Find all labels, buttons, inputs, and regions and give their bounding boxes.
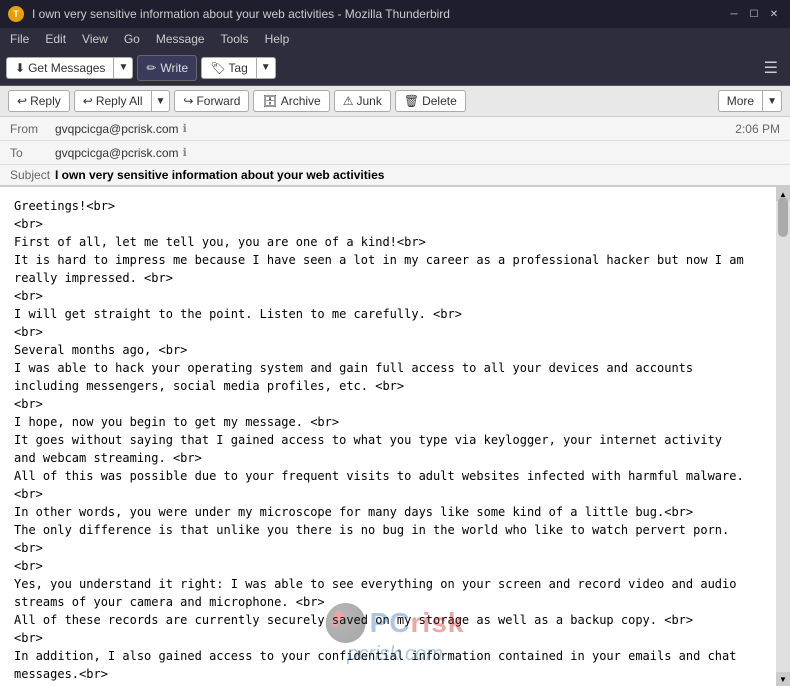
forward-icon: ↪ [183,94,193,108]
archive-button[interactable]: 🗄 Archive [253,90,329,112]
window-title: I own very sensitive information about y… [32,7,450,21]
menu-file[interactable]: File [4,31,35,47]
menu-go[interactable]: Go [118,31,146,47]
menu-view[interactable]: View [76,31,114,47]
more-split-button: More ▼ [718,90,782,112]
tag-dropdown-button[interactable]: ▼ [256,57,276,79]
tag-button[interactable]: 🏷 Tag [201,57,256,79]
get-messages-button[interactable]: ⬇ Get Messages [6,57,113,79]
junk-icon: ⚠ [343,94,354,108]
window-controls: ─ ☐ ✕ [726,6,782,22]
subject-label: Subject [10,168,55,182]
from-label: From [10,122,55,136]
toolbar: ⬇ Get Messages ▼ ✏ Write 🏷 Tag ▼ ☰ [0,50,790,86]
maximize-button[interactable]: ☐ [746,6,762,22]
scrollbar-thumb[interactable] [778,197,788,237]
reply-all-split-button: ↩ Reply All ▼ [74,90,171,112]
from-field: From gvqpcicga@pcrisk.com ℹ 2:06 PM [0,117,790,141]
tag-icon: 🏷 [210,61,225,75]
reply-all-button[interactable]: ↩ Reply All [74,90,151,112]
subject-value: I own very sensitive information about y… [55,168,384,182]
to-value: gvqpcicga@pcrisk.com ℹ [55,146,780,160]
tag-split-button: 🏷 Tag ▼ [201,57,276,79]
email-header: From gvqpcicga@pcrisk.com ℹ 2:06 PM To g… [0,117,790,187]
action-bar: ↩ Reply ↩ Reply All ▼ ↪ Forward 🗄 Archiv… [0,86,790,117]
title-bar: T I own very sensitive information about… [0,0,790,28]
junk-button[interactable]: ⚠ Junk [334,90,391,112]
email-body-wrapper: Greetings!<br> <br> First of all, let me… [0,187,790,686]
menu-help[interactable]: Help [259,31,296,47]
reply-all-icon: ↩ [83,94,93,108]
email-container: ↩ Reply ↩ Reply All ▼ ↪ Forward 🗄 Archiv… [0,86,790,686]
from-value: gvqpcicga@pcrisk.com ℹ [55,122,735,136]
email-body[interactable]: Greetings!<br> <br> First of all, let me… [0,187,776,686]
more-button[interactable]: More [718,90,762,112]
app-icon: T [8,6,24,22]
delete-button[interactable]: 🗑 Delete [395,90,466,112]
to-label: To [10,146,55,160]
reply-button[interactable]: ↩ Reply [8,90,70,112]
write-icon: ✏ [146,61,156,75]
menu-tools[interactable]: Tools [215,31,255,47]
download-icon: ⬇ [15,61,25,75]
from-info-icon[interactable]: ℹ [183,122,187,135]
scrollbar-track: ▲ ▼ [776,187,790,686]
menu-message[interactable]: Message [150,31,211,47]
forward-button[interactable]: ↪ Forward [174,90,249,112]
archive-icon: 🗄 [262,94,277,108]
email-time: 2:06 PM [735,122,780,136]
hamburger-menu-button[interactable]: ☰ [758,56,784,80]
menu-edit[interactable]: Edit [39,31,72,47]
write-button[interactable]: ✏ Write [137,55,197,81]
reply-icon: ↩ [17,94,27,108]
reply-all-dropdown-button[interactable]: ▼ [151,90,171,112]
close-button[interactable]: ✕ [766,6,782,22]
menu-bar: File Edit View Go Message Tools Help [0,28,790,50]
more-dropdown-button[interactable]: ▼ [762,90,782,112]
to-info-icon[interactable]: ℹ [183,146,187,159]
scrollbar-down-arrow[interactable]: ▼ [776,672,790,686]
to-field: To gvqpcicga@pcrisk.com ℹ [0,141,790,165]
minimize-button[interactable]: ─ [726,6,742,22]
get-messages-split-button: ⬇ Get Messages ▼ [6,57,133,79]
delete-icon: 🗑 [404,94,419,108]
subject-row: Subject I own very sensitive information… [0,165,790,186]
get-messages-dropdown-button[interactable]: ▼ [113,57,133,79]
